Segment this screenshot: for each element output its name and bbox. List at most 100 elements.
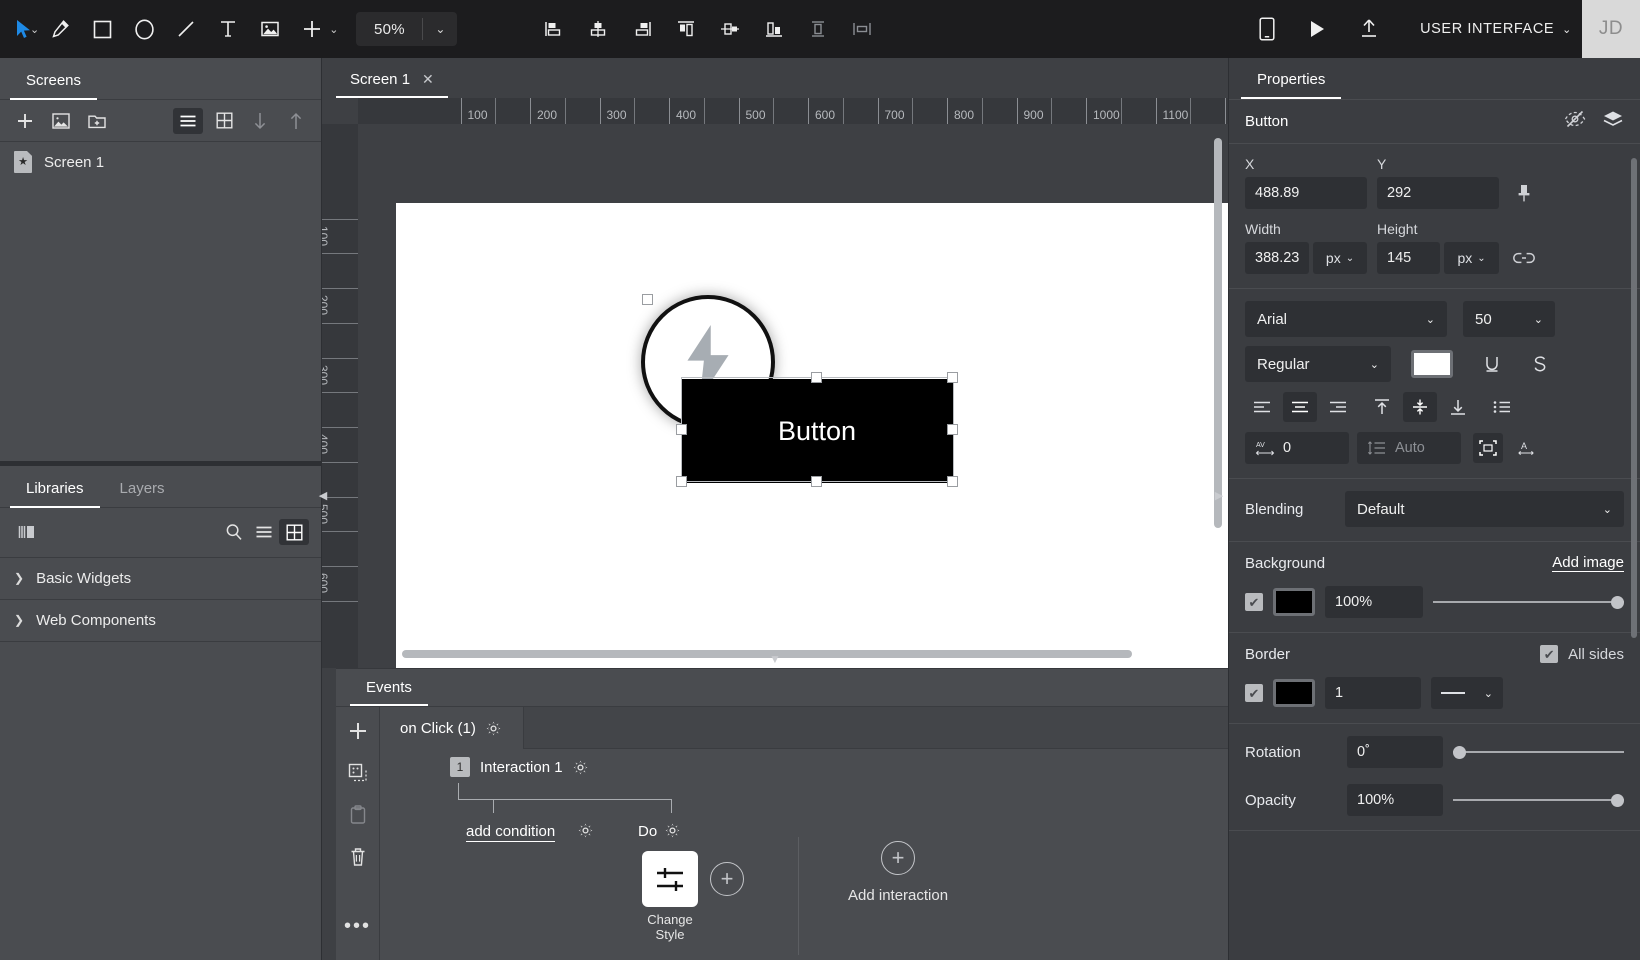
- auto-size-icon[interactable]: [1473, 433, 1503, 463]
- zoom-control[interactable]: 50% ⌄: [356, 12, 458, 46]
- background-opacity-slider[interactable]: [1433, 593, 1624, 611]
- text-tool[interactable]: [207, 8, 249, 50]
- pin-icon[interactable]: [1509, 178, 1539, 208]
- add-tool[interactable]: [291, 8, 333, 50]
- artboard[interactable]: Button: [396, 203, 1228, 668]
- tab-screen-1[interactable]: Screen 1 ✕: [336, 71, 448, 98]
- align-left-button[interactable]: [533, 8, 575, 50]
- add-image-button[interactable]: [46, 108, 76, 134]
- mobile-preview-button[interactable]: [1246, 8, 1288, 50]
- event-on-click[interactable]: on Click (1): [380, 707, 524, 749]
- width-input[interactable]: 388.23: [1245, 242, 1309, 274]
- add-tool-caret[interactable]: ⌄: [329, 23, 338, 36]
- border-enabled-checkbox[interactable]: ✔: [1245, 684, 1263, 702]
- x-input[interactable]: 488.89: [1245, 177, 1367, 209]
- tab-layers[interactable]: Layers: [104, 480, 181, 508]
- rectangle-tool[interactable]: [81, 8, 123, 50]
- border-width-input[interactable]: 1: [1325, 677, 1421, 709]
- font-family-select[interactable]: Arial ⌄: [1245, 301, 1447, 337]
- selection-handle-bottom-center[interactable]: [811, 476, 822, 487]
- zoom-value[interactable]: 50%: [356, 21, 422, 38]
- selection-handle-middle-left[interactable]: [676, 424, 687, 435]
- opacity-slider[interactable]: [1453, 791, 1624, 809]
- eye-off-icon[interactable]: [1564, 110, 1586, 133]
- add-interaction-button[interactable]: + Add interaction: [848, 841, 948, 904]
- align-right-button[interactable]: [621, 8, 663, 50]
- font-weight-select[interactable]: Regular ⌄: [1245, 346, 1391, 382]
- slider-knob[interactable]: [1611, 596, 1624, 609]
- avatar[interactable]: JD: [1582, 0, 1640, 58]
- zoom-dropdown-caret[interactable]: ⌄: [423, 22, 457, 36]
- blending-select[interactable]: Default ⌄: [1345, 491, 1624, 527]
- tab-libraries[interactable]: Libraries: [10, 480, 100, 508]
- strikethrough-icon[interactable]: [1525, 349, 1555, 379]
- bullet-list-icon[interactable]: [1485, 392, 1519, 422]
- selection-handle-middle-right[interactable]: [947, 424, 958, 435]
- line-tool[interactable]: [165, 8, 207, 50]
- valign-top-icon[interactable]: [1365, 392, 1399, 422]
- sort-ascending-button[interactable]: [281, 108, 311, 134]
- align-center-horizontal-button[interactable]: [577, 8, 619, 50]
- width-unit-select[interactable]: px ⌄: [1313, 242, 1367, 274]
- tab-screens[interactable]: Screens: [10, 72, 98, 100]
- publish-button[interactable]: [1348, 8, 1390, 50]
- canvas-vertical-scrollbar[interactable]: [1214, 138, 1222, 528]
- gear-icon[interactable]: [578, 823, 593, 838]
- list-item[interactable]: ★ Screen 1: [0, 142, 321, 182]
- properties-scrollbar[interactable]: [1631, 158, 1637, 638]
- duplicate-event-button[interactable]: [345, 761, 371, 785]
- selection-handle-top-right[interactable]: [947, 372, 958, 383]
- rotation-input[interactable]: 0˚: [1347, 736, 1443, 768]
- add-condition-link[interactable]: add condition: [466, 823, 556, 842]
- distribute-vertical-button[interactable]: [797, 8, 839, 50]
- align-text-center-icon[interactable]: [1283, 392, 1317, 422]
- gear-icon[interactable]: [665, 823, 680, 838]
- search-icon[interactable]: [219, 519, 249, 545]
- opacity-input[interactable]: 100%: [1347, 784, 1443, 816]
- text-color-swatch[interactable]: [1411, 350, 1453, 378]
- add-folder-button[interactable]: [82, 108, 112, 134]
- canvas-horizontal-scrollbar[interactable]: [402, 650, 1132, 658]
- gear-icon[interactable]: [573, 760, 588, 775]
- border-color-swatch[interactable]: [1273, 679, 1315, 707]
- canvas-viewport[interactable]: Button: [358, 124, 1228, 668]
- close-icon[interactable]: ✕: [422, 71, 434, 88]
- align-text-left-icon[interactable]: [1245, 392, 1279, 422]
- tab-events[interactable]: Events: [350, 679, 428, 706]
- ellipse-tool[interactable]: [123, 8, 165, 50]
- link-icon[interactable]: [1509, 243, 1539, 273]
- add-action-button[interactable]: +: [710, 862, 744, 896]
- sort-descending-button[interactable]: [245, 108, 275, 134]
- delete-event-button[interactable]: [345, 845, 371, 869]
- align-text-right-icon[interactable]: [1321, 392, 1355, 422]
- select-tool[interactable]: [0, 8, 34, 50]
- library-books-icon[interactable]: [12, 519, 42, 545]
- gear-icon[interactable]: [486, 721, 501, 736]
- interaction-badge[interactable]: 1: [450, 757, 470, 777]
- slider-knob[interactable]: [1453, 746, 1466, 759]
- libraries-list-view-button[interactable]: [249, 519, 279, 545]
- all-sides-checkbox[interactable]: ✔: [1540, 645, 1559, 663]
- height-input[interactable]: 145: [1377, 242, 1441, 274]
- valign-middle-icon[interactable]: [1403, 392, 1437, 422]
- paste-event-button[interactable]: [345, 803, 371, 827]
- libraries-grid-view-button[interactable]: [279, 519, 309, 545]
- mode-selector[interactable]: USER INTERFACE ⌄: [1410, 21, 1582, 37]
- button-shape[interactable]: Button: [681, 379, 953, 483]
- tab-properties[interactable]: Properties: [1241, 71, 1342, 99]
- underline-icon[interactable]: [1477, 349, 1507, 379]
- selection-handle-bottom-left[interactable]: [676, 476, 687, 487]
- slider-knob[interactable]: [1611, 794, 1624, 807]
- align-middle-vertical-button[interactable]: [709, 8, 751, 50]
- library-group-basic-widgets[interactable]: ❯ Basic Widgets: [0, 558, 321, 600]
- canvas-collapse-handle[interactable]: ▼: [769, 652, 781, 666]
- rotation-slider[interactable]: [1453, 743, 1624, 761]
- select-tool-caret[interactable]: ⌄: [30, 23, 39, 36]
- background-opacity-input[interactable]: 100%: [1325, 586, 1423, 618]
- background-enabled-checkbox[interactable]: ✔: [1245, 593, 1263, 611]
- letter-spacing-input[interactable]: AV 0: [1245, 432, 1349, 464]
- screens-list-view-button[interactable]: [173, 107, 203, 134]
- selection-handle-top-left[interactable]: [642, 294, 653, 305]
- valign-bottom-icon[interactable]: [1441, 392, 1475, 422]
- right-panel-collapse-handle[interactable]: ▶: [1214, 486, 1224, 504]
